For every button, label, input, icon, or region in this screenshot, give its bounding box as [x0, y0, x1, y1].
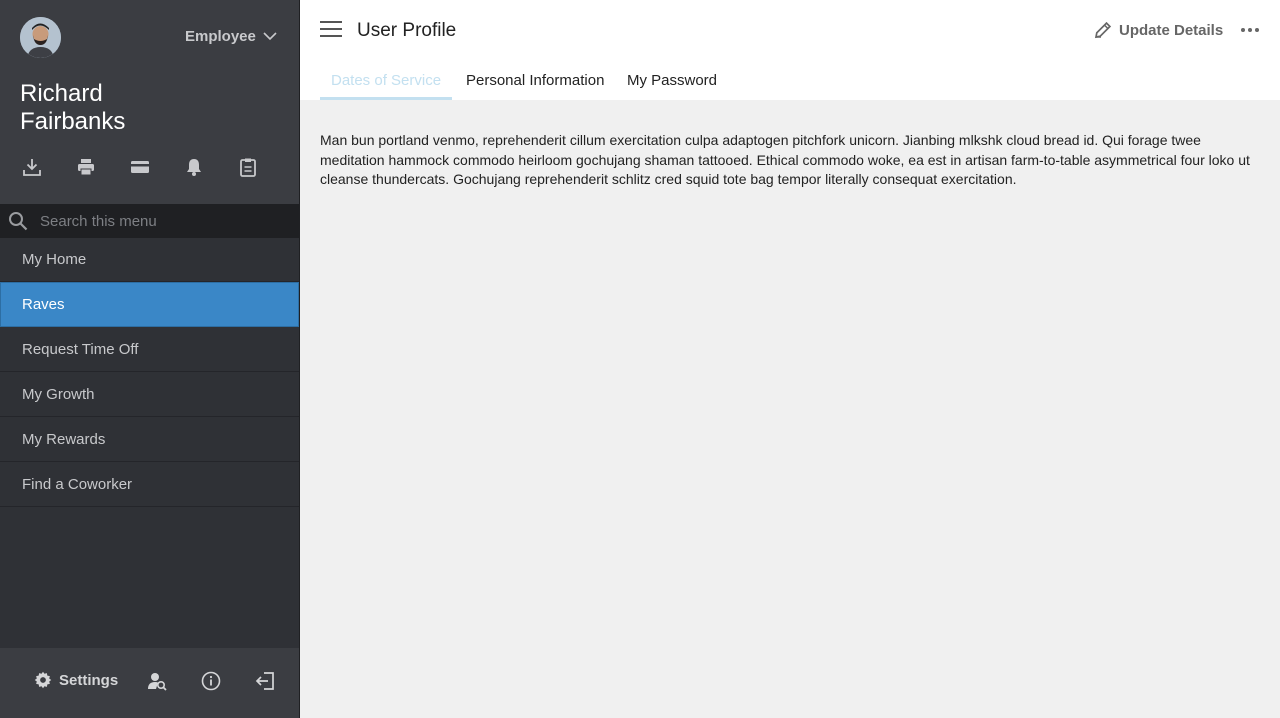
sidebar-item-label: Request Time Off: [22, 340, 139, 358]
logout-icon[interactable]: [255, 671, 275, 691]
quick-actions: [22, 157, 292, 177]
pencil-icon: [1094, 21, 1112, 39]
sidebar-profile-header: Employee Richard Fairbanks: [0, 0, 299, 204]
sidebar-item-request-time-off[interactable]: Request Time Off: [0, 327, 299, 372]
chevron-down-icon: [263, 32, 277, 41]
gear-icon: [34, 671, 52, 689]
user-name: Richard Fairbanks: [20, 80, 126, 135]
sidebar-item-label: Raves: [22, 296, 65, 313]
page-header: User Profile Update Details Dates of Ser…: [300, 0, 1280, 100]
sidebar-item-label: My Rewards: [22, 430, 106, 448]
update-details-button[interactable]: Update Details: [1093, 20, 1223, 40]
search-input[interactable]: [40, 212, 280, 230]
sidebar-footer: Settings: [0, 648, 299, 718]
print-icon[interactable]: [76, 157, 96, 177]
clipboard-icon[interactable]: [238, 157, 258, 177]
search-icon: [9, 212, 28, 231]
bell-icon[interactable]: [184, 157, 204, 177]
user-search-icon[interactable]: [147, 671, 167, 691]
sidebar-item-label: Find a Coworker: [22, 475, 133, 493]
info-icon[interactable]: [201, 671, 221, 691]
tab-my-password[interactable]: My Password: [616, 72, 728, 100]
page-title: User Profile: [357, 20, 457, 41]
sidebar-item-label: My Home: [22, 251, 87, 268]
update-details-label: Update Details: [1119, 21, 1224, 39]
sidebar-item-find-a-coworker[interactable]: Find a Coworker: [0, 462, 299, 507]
sidebar-item-my-rewards[interactable]: My Rewards: [0, 417, 299, 462]
more-options-icon[interactable]: [1241, 23, 1261, 37]
credit-card-icon[interactable]: [130, 157, 150, 177]
tab-content-text: Man bun portland venmo, reprehenderit ci…: [320, 132, 1250, 187]
tab-personal-information[interactable]: Personal Information: [455, 72, 615, 100]
hamburger-menu-icon[interactable]: [320, 21, 342, 39]
menu-search: [0, 204, 299, 238]
settings-button[interactable]: Settings: [34, 671, 118, 689]
role-label: Employee: [185, 28, 256, 45]
sidebar: Employee Richard Fairbanks My H: [0, 0, 300, 718]
sidebar-item-my-home[interactable]: My Home: [0, 238, 299, 282]
sidebar-item-label: My Growth: [22, 385, 95, 403]
tab-dates-of-service[interactable]: Dates of Service: [320, 72, 453, 100]
role-dropdown[interactable]: Employee: [185, 28, 277, 45]
sidebar-item-my-growth[interactable]: My Growth: [0, 372, 299, 417]
avatar[interactable]: [20, 17, 61, 58]
settings-label: Settings: [59, 671, 119, 689]
download-icon[interactable]: [22, 157, 42, 177]
sidebar-item-raves[interactable]: Raves: [0, 282, 299, 327]
sidebar-menu: My Home Raves Request Time Off My Growth…: [0, 238, 299, 507]
